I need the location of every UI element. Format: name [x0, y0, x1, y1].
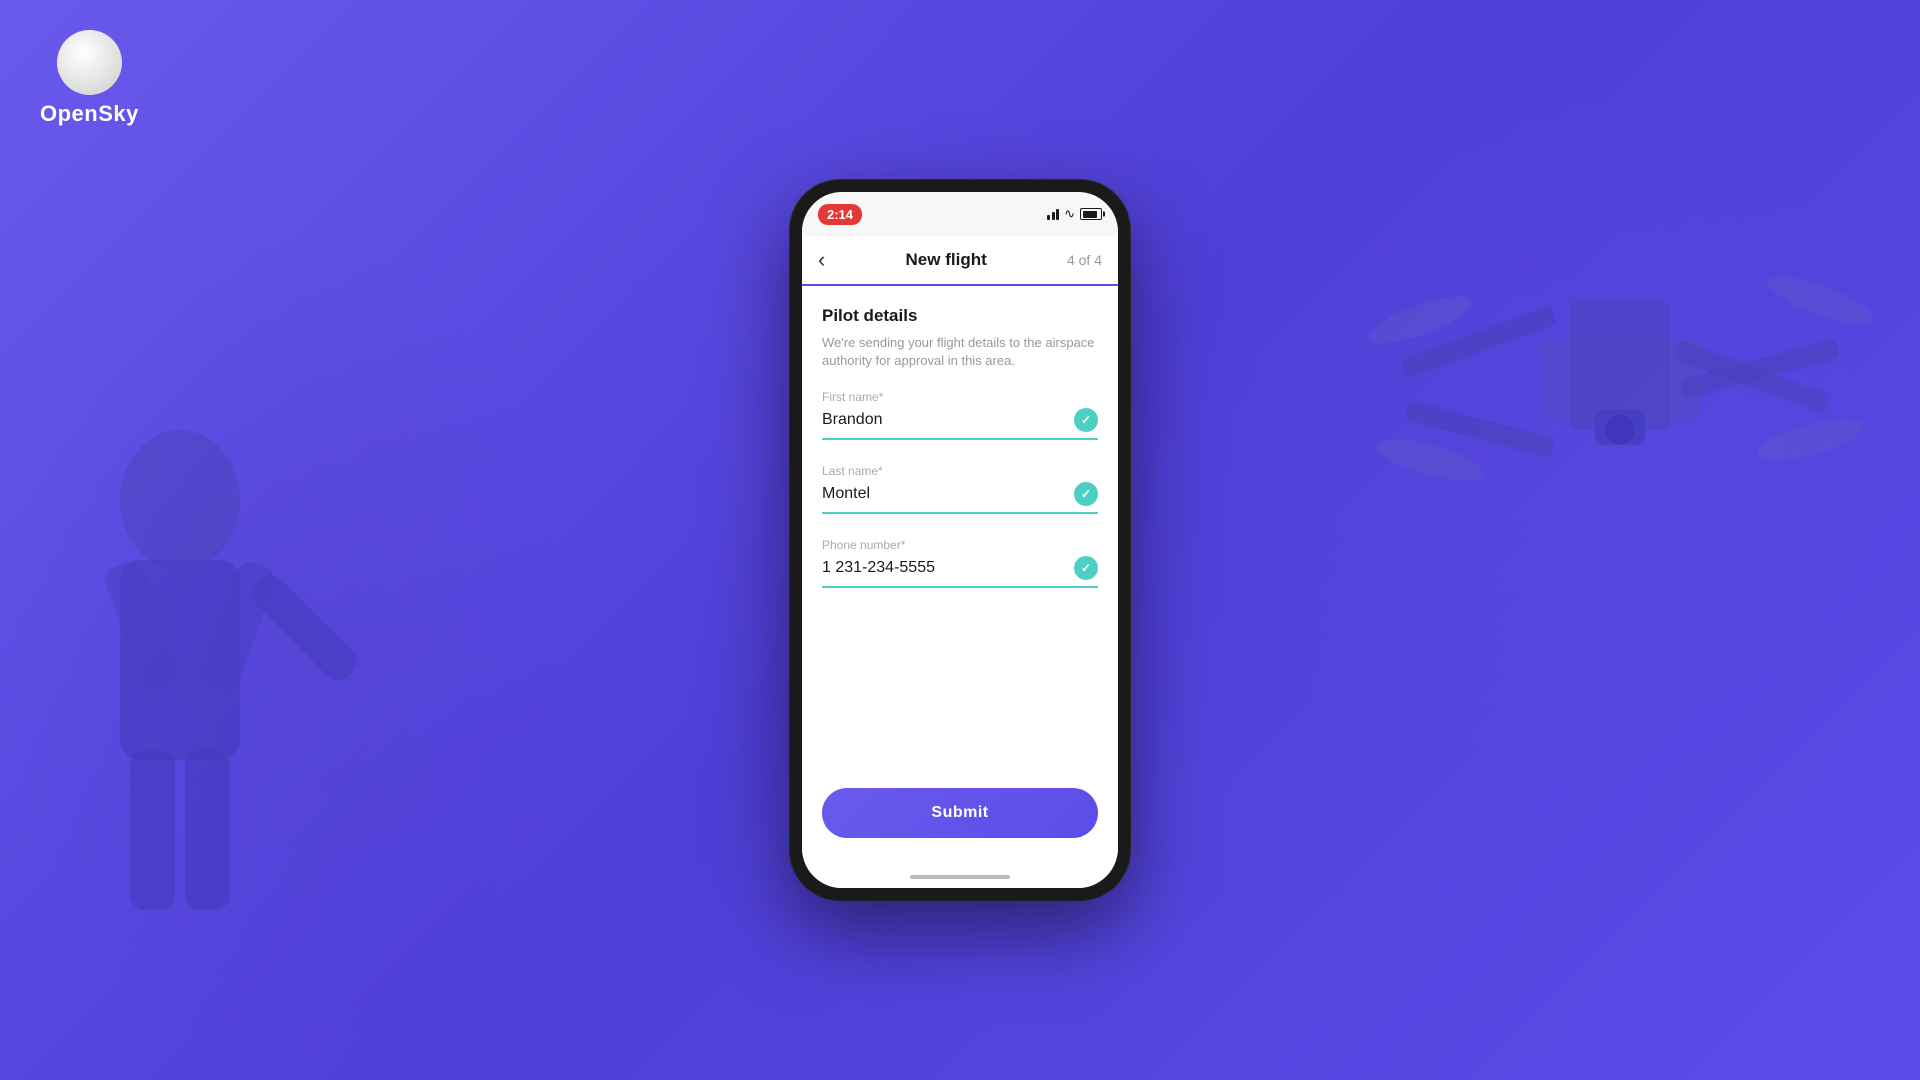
status-time: 2:14	[818, 204, 862, 225]
logo-text: OpenSky	[40, 101, 139, 127]
step-indicator: 4 of 4	[1067, 252, 1102, 268]
phone-mockup: 2:14 ∿ ‹ New flight 4 of 4	[790, 180, 1130, 900]
wifi-icon: ∿	[1064, 206, 1075, 222]
logo-icon	[57, 30, 122, 95]
submit-button[interactable]: Submit	[822, 788, 1098, 838]
bottom-area: Submit	[802, 772, 1118, 858]
battery-icon	[1080, 208, 1102, 220]
last-name-input[interactable]	[822, 485, 1074, 503]
status-bar: 2:14 ∿	[802, 192, 1118, 236]
signal-icon	[1047, 209, 1059, 220]
phone-field: Phone number*	[822, 538, 1098, 588]
form-content: Pilot details We're sending your flight …	[802, 286, 1118, 772]
page-title: New flight	[906, 250, 987, 270]
background-drone	[1320, 100, 1920, 700]
section-description: We're sending your flight details to the…	[822, 334, 1098, 370]
first-name-input[interactable]	[822, 411, 1074, 429]
phone-screen: 2:14 ∿ ‹ New flight 4 of 4	[802, 192, 1118, 888]
first-name-check-icon	[1074, 408, 1098, 432]
back-button[interactable]: ‹	[818, 247, 825, 273]
last-name-check-icon	[1074, 482, 1098, 506]
phone-check-icon	[1074, 556, 1098, 580]
background-person	[0, 380, 500, 1080]
first-name-label: First name*	[822, 390, 1098, 404]
section-title: Pilot details	[822, 306, 1098, 326]
phone-label: Phone number*	[822, 538, 1098, 552]
phone-frame: 2:14 ∿ ‹ New flight 4 of 4	[790, 180, 1130, 900]
last-name-input-row	[822, 482, 1098, 514]
home-bar	[910, 875, 1010, 879]
nav-bar: ‹ New flight 4 of 4	[802, 236, 1118, 286]
logo: OpenSky	[40, 30, 139, 127]
first-name-input-row	[822, 408, 1098, 440]
phone-input[interactable]	[822, 559, 1074, 577]
last-name-field: Last name*	[822, 464, 1098, 514]
status-icons: ∿	[1047, 206, 1102, 222]
home-indicator	[802, 858, 1118, 888]
first-name-field: First name*	[822, 390, 1098, 440]
phone-input-row	[822, 556, 1098, 588]
last-name-label: Last name*	[822, 464, 1098, 478]
